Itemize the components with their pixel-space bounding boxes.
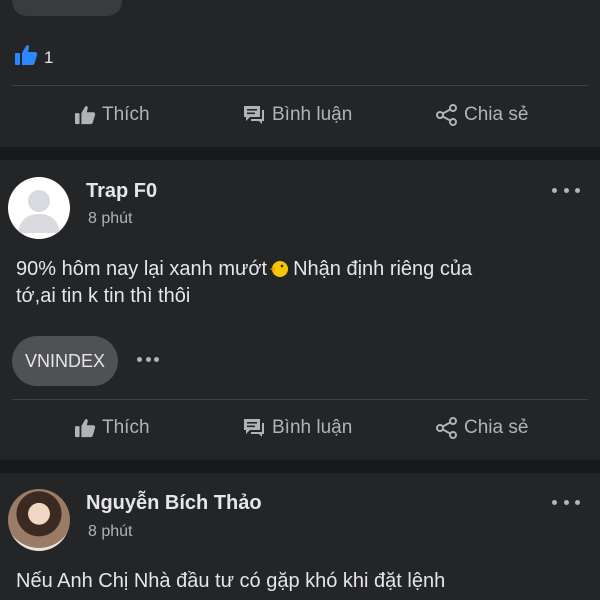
post-text-line2: tớ,ai tin k tin thì thôi xyxy=(16,285,191,307)
post-actions: Thích Bình luận Chia sẻ xyxy=(0,408,600,448)
post-card: Nguyễn Bích Thảo 8 phút Nếu Anh Chị Nhà … xyxy=(0,473,600,600)
avatar[interactable] xyxy=(8,177,70,239)
comment-label: Bình luận xyxy=(272,104,353,125)
like-count: 1 xyxy=(44,47,54,67)
comment-button[interactable]: Bình luận xyxy=(242,95,352,135)
share-icon xyxy=(436,104,458,126)
news-feed: 1 Thích Bình luận Chia sẻ Trap F0 8 phút… xyxy=(0,0,600,600)
tag-vnindex[interactable]: VNINDEX xyxy=(12,336,119,386)
post-actions: Thích Bình luận Chia sẻ xyxy=(0,95,600,135)
tag-pill[interactable] xyxy=(12,0,122,16)
post-text-line1: Nếu Anh Chị Nhà đầu tư có gặp khó khi đặ… xyxy=(16,570,446,592)
divider xyxy=(12,85,588,86)
comment-label: Bình luận xyxy=(272,417,353,438)
author-name[interactable]: Nguyễn Bích Thảo xyxy=(86,492,262,515)
thumbs-up-icon xyxy=(74,105,96,125)
thumbs-up-icon xyxy=(74,418,96,438)
post-time: 8 phút xyxy=(88,210,133,227)
tag-label: VNINDEX xyxy=(25,350,106,371)
like-button[interactable]: Thích xyxy=(74,408,150,448)
like-summary[interactable]: 1 xyxy=(14,44,53,71)
thumbs-up-icon xyxy=(14,44,38,71)
post-card: 1 Thích Bình luận Chia sẻ xyxy=(0,0,600,147)
post-time: 8 phút xyxy=(88,523,133,540)
divider xyxy=(12,399,588,400)
like-label: Thích xyxy=(102,417,150,438)
post-text-line1b: Nhận định riêng của xyxy=(293,258,473,280)
post-text-line1a: 90% hôm nay lại xanh mướt xyxy=(16,258,268,280)
avatar-icon xyxy=(8,190,70,239)
author-name[interactable]: Trap F0 xyxy=(86,180,157,203)
feed-separator xyxy=(0,147,600,160)
share-label: Chia sẻ xyxy=(464,417,529,438)
more-icon[interactable] xyxy=(552,181,580,199)
post-text: 90% hôm nay lại xanh mướt Nhận định riêng… xyxy=(16,256,584,310)
share-icon xyxy=(436,417,458,439)
emoji-icon xyxy=(269,258,291,278)
post-card: Trap F0 8 phút 90% hôm nay lại xanh mướt… xyxy=(0,160,600,460)
comment-button[interactable]: Bình luận xyxy=(242,408,352,448)
feed-separator xyxy=(0,460,600,473)
like-label: Thích xyxy=(102,104,150,125)
like-button[interactable]: Thích xyxy=(74,95,150,135)
share-label: Chia sẻ xyxy=(464,104,529,125)
comment-icon xyxy=(242,417,266,439)
post-text: Nếu Anh Chị Nhà đầu tư có gặp khó khi đặ… xyxy=(16,568,584,595)
share-button[interactable]: Chia sẻ xyxy=(436,408,528,448)
more-icon[interactable] xyxy=(137,355,159,363)
comment-icon xyxy=(242,104,266,126)
avatar[interactable] xyxy=(8,489,70,551)
more-icon[interactable] xyxy=(552,493,580,511)
share-button[interactable]: Chia sẻ xyxy=(436,95,528,135)
